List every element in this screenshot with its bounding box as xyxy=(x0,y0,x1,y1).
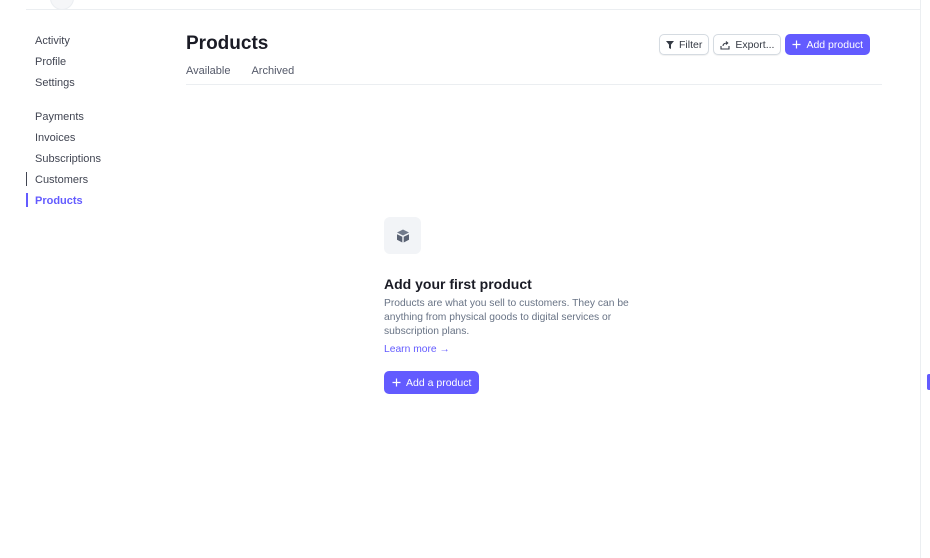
active-marker xyxy=(26,193,28,207)
sidebar-item-profile[interactable]: Profile xyxy=(26,54,166,75)
learn-more-link[interactable]: Learn more → xyxy=(384,344,450,355)
add-a-product-button[interactable]: Add a product xyxy=(384,371,480,394)
sidebar-item-label: Customers xyxy=(35,174,89,186)
sidebar-item-invoices[interactable]: Invoices xyxy=(26,130,166,151)
tab-available[interactable]: Available xyxy=(186,65,230,77)
sidebar-item-payments[interactable]: Payments xyxy=(26,109,166,130)
plus-icon xyxy=(792,40,801,49)
export-button[interactable]: Export... xyxy=(713,34,782,55)
export-button-label: Export... xyxy=(735,38,775,51)
add-product-button-label: Add product xyxy=(806,38,864,51)
sidebar-item-label: Subscriptions xyxy=(35,153,102,165)
sidebar-item-settings[interactable]: Settings xyxy=(26,75,166,96)
page-title: Products xyxy=(186,33,269,54)
sidebar-item-label: Activity xyxy=(35,35,70,47)
sidebar-item-products[interactable]: Products xyxy=(26,193,166,214)
box-icon xyxy=(384,217,421,254)
add-a-product-button-label: Add a product xyxy=(406,376,472,389)
sidebar-item-customers[interactable]: Customers xyxy=(26,172,166,193)
empty-state: Add your first product Products are what… xyxy=(384,217,674,394)
sidebar-item-label: Settings xyxy=(35,77,75,89)
filter-button-label: Filter xyxy=(679,38,703,51)
tabs-divider xyxy=(186,84,882,85)
sidebar-item-subscriptions[interactable]: Subscriptions xyxy=(26,151,166,172)
hover-marker xyxy=(26,172,27,186)
sidebar-item-activity[interactable]: Activity xyxy=(26,33,166,54)
filter-icon xyxy=(666,40,674,49)
empty-state-description: Products are what you sell to customers.… xyxy=(384,298,629,337)
empty-state-title: Add your first product xyxy=(384,276,532,292)
filter-button[interactable]: Filter xyxy=(659,34,710,55)
add-product-button[interactable]: Add product xyxy=(785,34,871,55)
export-icon xyxy=(720,40,730,50)
header-actions: Filter Export... Add product xyxy=(659,34,871,55)
sidebar-item-label: Products xyxy=(35,195,83,207)
header-divider xyxy=(26,9,920,10)
product-tabs: Available Archived xyxy=(186,65,294,77)
sidebar-item-label: Payments xyxy=(35,111,84,123)
sidebar-item-label: Invoices xyxy=(35,132,76,144)
right-panel-divider xyxy=(920,0,921,558)
plus-icon xyxy=(392,378,401,387)
sidebar: Activity Profile Settings Payments Invoi… xyxy=(26,33,166,214)
tab-archived[interactable]: Archived xyxy=(251,65,294,77)
sidebar-item-label: Profile xyxy=(35,56,67,68)
